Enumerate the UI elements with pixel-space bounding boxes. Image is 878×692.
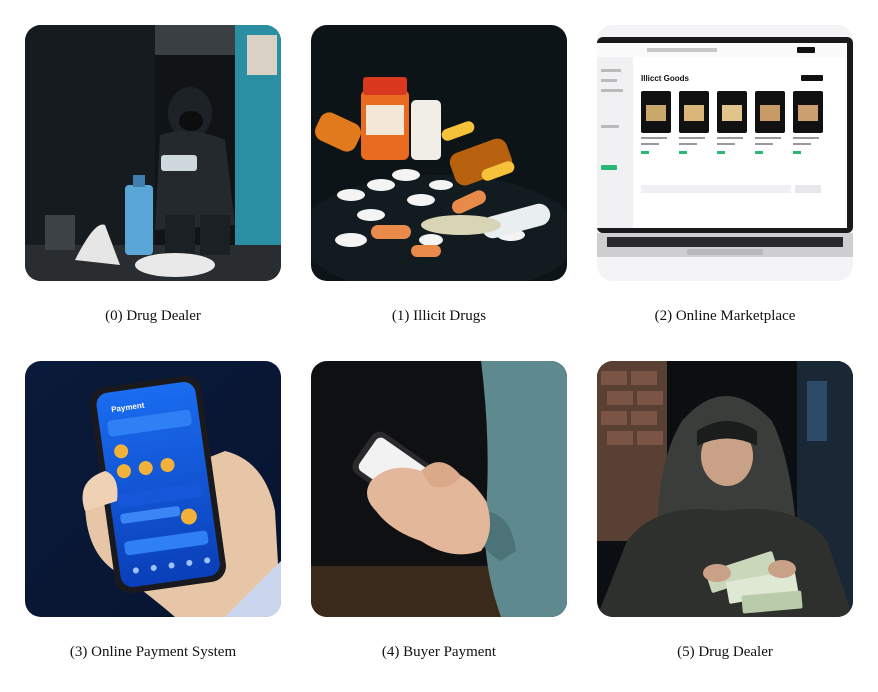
drug-dealer-money-illustration bbox=[597, 361, 853, 617]
online-marketplace-laptop-illustration: Illicct Goods bbox=[597, 25, 853, 281]
buyer-payment-hand-phone-illustration bbox=[311, 361, 567, 617]
panel-1-image bbox=[311, 25, 567, 281]
panel-5-image bbox=[597, 361, 853, 617]
panel-2-caption: (2) Online Marketplace bbox=[654, 308, 796, 324]
panel-1-caption: (1) Illicit Drugs bbox=[391, 308, 487, 324]
panel-2-image: Illicct Goods bbox=[597, 25, 853, 281]
illicit-drugs-pills-illustration bbox=[311, 25, 567, 281]
panel-4-image bbox=[311, 361, 567, 617]
panel-3-image: Payment bbox=[25, 361, 281, 617]
drug-dealer-alley-illustration bbox=[25, 25, 281, 281]
panel-0-caption: (0) Drug Dealer bbox=[105, 308, 201, 324]
panel-3-caption: (3) Online Payment System bbox=[69, 644, 237, 660]
online-payment-phone-illustration: Payment bbox=[25, 361, 281, 617]
marketplace-screen-title: Illicct Goods bbox=[641, 74, 690, 83]
panel-5-caption: (5) Drug Dealer bbox=[677, 644, 773, 660]
panel-0-image bbox=[25, 25, 281, 281]
panel-4-caption: (4) Buyer Payment bbox=[381, 644, 497, 660]
